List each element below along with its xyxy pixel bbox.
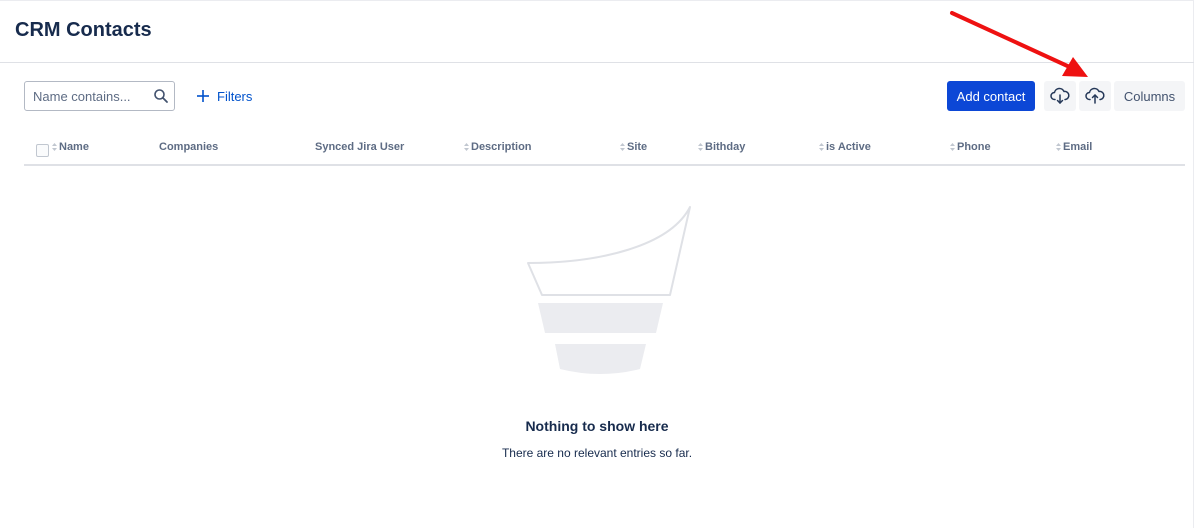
column-header-is-active[interactable]: is Active [819, 141, 871, 153]
add-contact-button[interactable]: Add contact [947, 81, 1035, 111]
column-header-companies[interactable]: Companies [159, 141, 218, 153]
column-header-birthday[interactable]: Bithday [698, 141, 745, 153]
search-box[interactable] [24, 81, 175, 111]
filters-button[interactable]: Filters [190, 84, 258, 108]
column-header-synced-jira-user[interactable]: Synced Jira User [315, 141, 404, 153]
sort-icon [620, 143, 625, 151]
empty-state-title: Nothing to show here [525, 418, 669, 434]
page-title: CRM Contacts [15, 19, 152, 41]
search-input[interactable] [33, 82, 151, 110]
header-divider [0, 62, 1194, 63]
sort-icon [1056, 143, 1061, 151]
sort-icon [52, 143, 57, 151]
sort-icon [464, 143, 469, 151]
column-label: Phone [957, 141, 991, 153]
column-header-name[interactable]: Name [52, 141, 89, 153]
download-button[interactable] [1044, 81, 1076, 111]
column-header-phone[interactable]: Phone [950, 141, 991, 153]
column-label: Site [627, 141, 648, 153]
cloud-upload-icon [1085, 87, 1105, 104]
search-icon[interactable] [153, 88, 169, 104]
column-label: Bithday [705, 141, 746, 153]
select-all-checkbox[interactable] [36, 144, 49, 157]
column-label: Email [1063, 141, 1093, 153]
column-label: Synced Jira User [315, 141, 405, 153]
empty-state-illustration [527, 206, 691, 374]
table-header: Name Companies Synced Jira User Descript… [24, 131, 1185, 166]
column-label: Companies [159, 141, 219, 153]
sort-icon [819, 143, 824, 151]
upload-button[interactable] [1079, 81, 1111, 111]
plus-icon [197, 90, 209, 102]
filters-label: Filters [217, 88, 253, 104]
column-label: Name [59, 141, 89, 153]
empty-state-description: There are no relevant entries so far. [501, 446, 693, 460]
crm-contacts-page: CRM Contacts Filters Add contact Co [0, 0, 1194, 528]
cloud-download-icon [1050, 87, 1070, 104]
column-header-site[interactable]: Site [620, 141, 647, 153]
column-label: Description [471, 141, 532, 153]
column-header-description[interactable]: Description [464, 141, 532, 153]
annotation-arrow [950, 11, 1088, 77]
sort-icon [698, 143, 703, 151]
columns-button[interactable]: Columns [1114, 81, 1185, 111]
sort-icon [950, 143, 955, 151]
column-header-email[interactable]: Email [1056, 141, 1092, 153]
column-label: is Active [826, 141, 871, 153]
